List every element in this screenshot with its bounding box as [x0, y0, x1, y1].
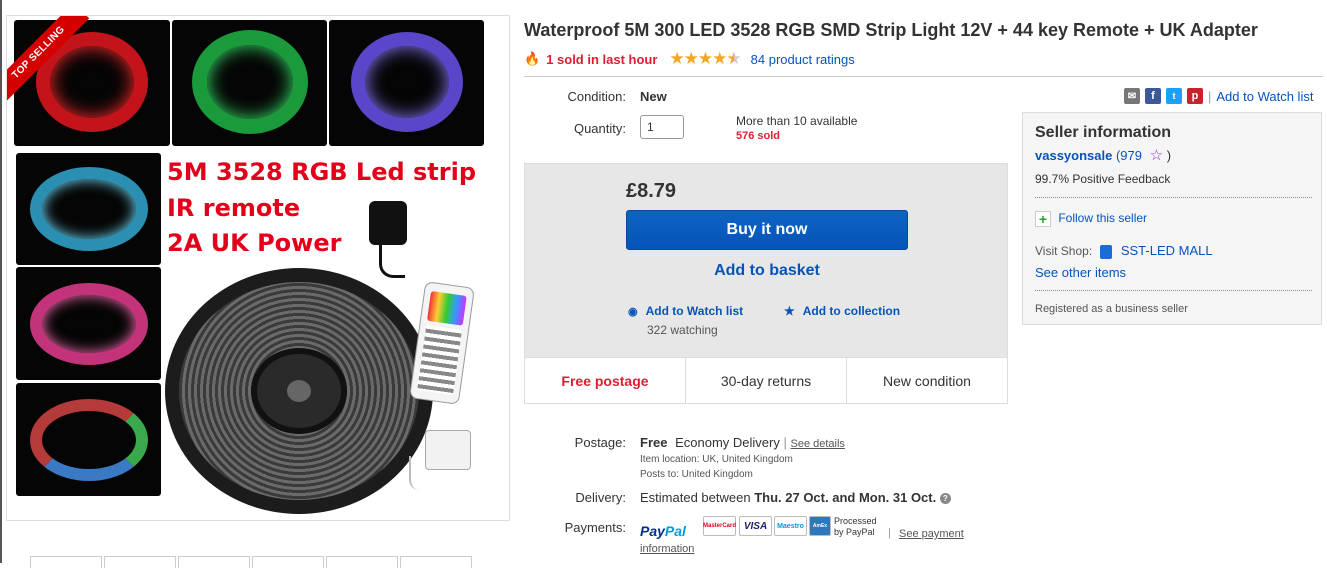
add-to-watch-list-button[interactable]: ◉ Add to Watch list [628, 304, 743, 318]
see-payment-link-a[interactable]: See payment [899, 528, 964, 540]
power-adapter-image [369, 201, 407, 245]
visa-icon: VISA [739, 516, 772, 536]
image-tile-pink [16, 267, 161, 380]
condition-value: New [640, 89, 667, 104]
eye-icon: ◉ [628, 305, 638, 318]
plus-icon: + [1035, 211, 1051, 227]
sold-count: 576 sold [736, 130, 781, 142]
help-icon[interactable]: ? [939, 493, 951, 505]
share-row: ✉ f t p | Add to Watch list [1124, 88, 1313, 104]
image-tile-green [172, 20, 327, 146]
mastercard-icon: MasterCard [703, 516, 736, 536]
available-text: More than 10 available [736, 114, 858, 128]
flame-icon: 🔥 [524, 51, 541, 66]
thumbnail[interactable] [252, 556, 324, 568]
watching-count: 322 watching [647, 323, 718, 337]
promo-line-3: 2A UK Power [167, 229, 342, 257]
twitter-share-icon[interactable]: t [1166, 88, 1182, 104]
shop-name-link[interactable]: SST-LED MALL [1121, 243, 1213, 258]
see-payment-link-b[interactable]: information [640, 543, 694, 555]
buy-it-now-button[interactable]: Buy it now [626, 210, 908, 250]
image-tile-cyan [16, 153, 161, 265]
feature-strip: Free postage 30-day returns New conditio… [524, 357, 1008, 404]
sold-and-ratings-row: 🔥 1 sold in last hour ★★★★★ 84 product r… [524, 49, 855, 69]
thumbnail[interactable] [30, 556, 102, 568]
image-tile-blue [329, 20, 484, 146]
delivery-value: Estimated between Thu. 27 Oct. and Mon. … [640, 490, 951, 505]
thumbnail[interactable] [326, 556, 398, 568]
add-watch-label: Add to Watch list [645, 304, 744, 318]
email-share-icon[interactable]: ✉ [1124, 88, 1140, 104]
delivery-prefix: Estimated between [640, 490, 751, 505]
feature-free-postage: Free postage [525, 358, 686, 403]
divider [1035, 197, 1312, 198]
feedback-score-open[interactable]: (979 [1116, 148, 1142, 163]
receiver-cable [409, 456, 429, 490]
paypal-logo: PayPal [640, 523, 686, 539]
payments-label: Payments: [564, 520, 626, 535]
divider [1035, 290, 1312, 291]
delivery-label: Delivery: [575, 490, 626, 505]
adapter-cable [379, 244, 405, 278]
watch-list-link[interactable]: Add to Watch list [1216, 89, 1313, 104]
item-location: Item location: UK, United Kingdom [640, 454, 793, 465]
condition-label: Condition: [567, 89, 626, 104]
facebook-share-icon[interactable]: f [1145, 88, 1161, 104]
posts-to: Posts to: United Kingdom [640, 469, 753, 480]
remote-control-image [409, 281, 475, 405]
led-reel-image [165, 268, 433, 514]
separator: | [888, 527, 891, 539]
postage-label: Postage: [574, 435, 626, 450]
shop-door-icon [1099, 244, 1112, 259]
see-details-link[interactable]: See details [791, 438, 845, 450]
product-ratings-link[interactable]: 84 product ratings [751, 52, 855, 67]
follow-seller-row[interactable]: + Follow this seller [1035, 211, 1147, 227]
postage-value: Free Economy Delivery | See details [640, 435, 845, 450]
price: £8.79 [626, 180, 677, 202]
purple-star-icon: ☆ [1149, 147, 1164, 164]
feature-condition: New condition [883, 372, 971, 389]
quantity-label: Quantity: [573, 121, 626, 136]
window-edge [0, 0, 2, 563]
postage-free: Free [640, 435, 668, 450]
follow-seller-link[interactable]: Follow this seller [1058, 211, 1147, 225]
see-other-items-link[interactable]: See other items [1035, 265, 1126, 280]
listing-title: Waterproof 5M 300 LED 3528 RGB SMD Strip… [524, 20, 1258, 40]
seller-name-row: vassyonsale (979 ☆ ) [1035, 146, 1171, 164]
delivery-dates: Thu. 27 Oct. and Mon. 31 Oct. [754, 490, 937, 505]
quantity-input[interactable]: 1 [640, 115, 684, 139]
promo-line-2: IR remote [167, 194, 301, 222]
postage-service: Economy Delivery [675, 435, 780, 450]
add-to-basket-button[interactable]: Add to basket [626, 262, 908, 280]
positive-feedback: 99.7% Positive Feedback [1035, 172, 1171, 186]
add-to-collection-button[interactable]: ★ Add to collection [784, 304, 900, 318]
divider [524, 76, 1323, 77]
processed-by-paypal: Processed by PayPal [834, 516, 877, 537]
rating-stars-icon[interactable]: ★★★★★ [669, 49, 741, 69]
separator: | [1208, 88, 1212, 104]
feature-returns: 30-day returns [686, 358, 847, 403]
image-tile-multicolor [16, 383, 161, 496]
sold-last-hour: 1 sold in last hour [546, 51, 658, 67]
add-collection-label: Add to collection [802, 304, 901, 318]
registered-business-seller: Registered as a business seller [1035, 303, 1188, 315]
product-image-gallery[interactable]: TOP SELLING 5M 3528 RGB Led strip IR rem… [6, 15, 510, 521]
thumbnail[interactable] [400, 556, 472, 568]
ir-receiver-image [425, 430, 471, 470]
thumbnail[interactable] [104, 556, 176, 568]
amex-icon: AmEx [809, 516, 831, 536]
feedback-score-close: ) [1166, 148, 1172, 163]
maestro-icon: Maestro [774, 516, 807, 536]
seller-info-title: Seller information [1035, 124, 1172, 141]
visit-shop-label: Visit Shop: [1035, 244, 1093, 258]
seller-name-link[interactable]: vassyonsale [1035, 148, 1112, 163]
thumbnail[interactable] [178, 556, 250, 568]
promo-line-1: 5M 3528 RGB Led strip [167, 158, 477, 186]
star-icon: ★ [784, 304, 795, 318]
pinterest-share-icon[interactable]: p [1187, 88, 1203, 104]
visit-shop-row: Visit Shop: SST-LED MALL [1035, 243, 1213, 259]
